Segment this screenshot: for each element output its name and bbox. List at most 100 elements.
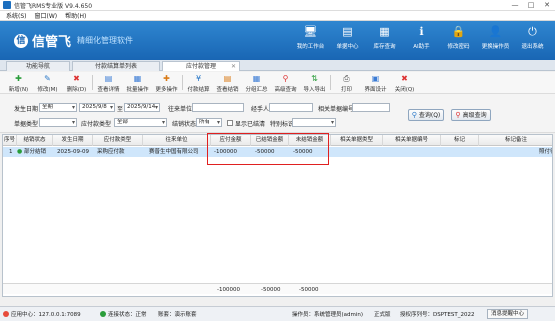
toolbar-separator bbox=[182, 75, 183, 90]
col-settle-status[interactable]: 结销状态 bbox=[17, 135, 53, 146]
close-window-button[interactable]: ✕ bbox=[539, 0, 555, 11]
tab-payables[interactable]: 应付款管理 ✕ bbox=[162, 61, 240, 71]
col-index[interactable]: 序号 bbox=[3, 135, 17, 146]
account-status: 账套：演示账套 bbox=[158, 310, 197, 318]
total-unsettled: -50000 bbox=[299, 287, 319, 293]
doc-type-select[interactable] bbox=[39, 118, 77, 127]
title-bar: 信管飞RMS专业版 V9.4.650 — □ ✕ bbox=[0, 0, 555, 11]
toolbar-label: 修改(M) bbox=[37, 87, 58, 93]
col-mark-note[interactable]: 标记备注 bbox=[479, 135, 552, 146]
more-icon: ✚ bbox=[163, 74, 170, 83]
layout-design-button[interactable]: ▣ 界面设计 bbox=[361, 72, 390, 93]
totals-row: -100000 -50000 -50000 bbox=[3, 283, 552, 294]
status-bar: 应用中心：127.0.0.1:7089 连接状态：正常 账套：演示账套 操作员：… bbox=[0, 306, 555, 321]
toolbar-label: 界面设计 bbox=[364, 87, 387, 93]
serial-status: 授权序列号：DSPTEST_2022 bbox=[400, 310, 474, 318]
tab-label: 功能导航 bbox=[25, 63, 50, 70]
related-no-label: 相关单据编号 bbox=[318, 106, 355, 113]
window-title: 信管飞RMS专业版 V9.4.650 bbox=[14, 2, 93, 10]
advanced-search-icon: ⚲ bbox=[455, 111, 461, 119]
show-settled-checkbox[interactable] bbox=[227, 120, 233, 126]
info-icon: ℹ bbox=[419, 25, 424, 38]
more-button[interactable]: ✚ 更多操作 bbox=[152, 72, 181, 93]
query-button-label: 查询(Q) bbox=[418, 112, 441, 119]
advanced-search-icon: ⚲ bbox=[282, 74, 289, 83]
menu-help[interactable]: 帮助(H) bbox=[65, 11, 86, 20]
cell-index: 1 bbox=[9, 149, 13, 155]
add-button[interactable]: ✚ 新增(N) bbox=[4, 72, 33, 93]
brand: 信 信管飞 精细化管理软件 bbox=[14, 31, 133, 50]
cell-status: 部分结销 bbox=[24, 149, 47, 155]
payee-input[interactable] bbox=[192, 103, 244, 112]
col-related-doc-no[interactable]: 相关单据编号 bbox=[383, 135, 441, 146]
date-label: 发生日期 bbox=[14, 106, 39, 113]
advanced-search-button[interactable]: ⚲ 高级查询 bbox=[271, 72, 300, 93]
maximize-button[interactable]: □ bbox=[523, 0, 539, 11]
col-related-doc-type[interactable]: 相关单据类型 bbox=[331, 135, 383, 146]
edit-button[interactable]: ✎ 修改(M) bbox=[33, 72, 62, 93]
top-tool-document-center-button[interactable]: ▤ 单据中心 bbox=[329, 25, 366, 50]
serial-text: 授权序列号：DSPTEST_2022 bbox=[400, 312, 475, 318]
app-center-status: 应用中心：127.0.0.1:7089 bbox=[3, 310, 81, 318]
top-tool-info-button[interactable]: ℹ AI助手 bbox=[403, 25, 440, 50]
date-to-field[interactable]: 2025/9/14 bbox=[124, 103, 160, 112]
col-payee[interactable]: 往来单位 bbox=[143, 135, 211, 146]
brand-name: 信管飞 bbox=[32, 35, 72, 50]
top-tool-label: 退出系统 bbox=[521, 44, 544, 50]
document-center-icon: ▤ bbox=[342, 25, 353, 38]
connection-status: 连接状态：正常 bbox=[100, 310, 147, 318]
print-button[interactable]: ⎙ 打印 bbox=[332, 72, 361, 93]
top-tool-inventory-button[interactable]: ▦ 库存查询 bbox=[366, 25, 403, 50]
show-settled-label: 显示已结清 bbox=[235, 121, 266, 128]
payment-button[interactable]: ¥ 付款结算 bbox=[184, 72, 213, 93]
query-button[interactable]: ⚲ 查询(Q) bbox=[408, 109, 444, 121]
col-mark[interactable]: 标记 bbox=[441, 135, 479, 146]
date-mode-select[interactable]: 全期 bbox=[39, 103, 77, 112]
brand-logo-icon: 信 bbox=[14, 33, 28, 48]
group-summary-button[interactable]: ▦ 分组汇总 bbox=[242, 72, 271, 93]
doc-type-label: 单据类型 bbox=[14, 121, 39, 128]
top-tool-monitor-button[interactable]: 🖥 我的工作台 bbox=[292, 25, 329, 50]
toolbar-label: 关闭(Q) bbox=[394, 87, 415, 93]
close-button[interactable]: ✖ 关闭(Q) bbox=[390, 72, 419, 93]
top-tool-user-switch-button[interactable]: 👤 更换操作员 bbox=[477, 25, 514, 50]
message-center-button[interactable]: 消息提醒中心 bbox=[487, 309, 529, 319]
edition-text: 正式版 bbox=[374, 312, 391, 318]
tab-payment-list[interactable]: 付款结算单列表 bbox=[72, 61, 160, 71]
payable-type-label: 应付款类型 bbox=[81, 121, 112, 128]
col-date[interactable]: 发生日期 bbox=[53, 135, 93, 146]
related-no-input[interactable] bbox=[352, 103, 390, 112]
minimize-button[interactable]: — bbox=[507, 0, 523, 11]
filter-panel: 发生日期 全期 2025/9/8 至 2025/9/14 往来单位 经手人 相关… bbox=[0, 94, 555, 133]
col-payable-type[interactable]: 应付款类型 bbox=[93, 135, 143, 146]
settle-status-select[interactable]: 所有 bbox=[196, 118, 222, 127]
settle-status-label: 结销状态 bbox=[172, 121, 197, 128]
import-export-button[interactable]: ⇅ 导入导出 bbox=[300, 72, 329, 93]
top-tool-label: 单据中心 bbox=[336, 44, 359, 50]
top-tool-power-button[interactable]: ⏻ 退出系统 bbox=[514, 25, 551, 50]
top-tool-lock-button[interactable]: 🔒 修改密码 bbox=[440, 25, 477, 50]
tab-close-icon[interactable]: ✕ bbox=[231, 62, 236, 71]
remark-select[interactable] bbox=[292, 118, 336, 127]
edition-status: 正式版 bbox=[374, 310, 391, 318]
total-payable: -100000 bbox=[217, 287, 240, 293]
advanced-query-button[interactable]: ⚲ 高级查询 bbox=[451, 109, 491, 121]
handler-label: 经手人 bbox=[251, 106, 270, 113]
batch-button[interactable]: ▦ 批量操作 bbox=[123, 72, 152, 93]
close-icon: ✖ bbox=[401, 74, 408, 83]
lock-icon: 🔒 bbox=[451, 25, 466, 38]
menu-bar: 系统(S) 窗口(W) 帮助(H) bbox=[0, 11, 555, 21]
handler-input[interactable] bbox=[269, 103, 313, 112]
menu-system[interactable]: 系统(S) bbox=[6, 11, 27, 20]
date-from-field[interactable]: 2025/9/8 bbox=[79, 103, 115, 112]
top-tool-label: 库存查询 bbox=[373, 44, 396, 50]
menu-window[interactable]: 窗口(W) bbox=[35, 11, 58, 20]
details-button[interactable]: ▤ 查看详情 bbox=[94, 72, 123, 93]
payable-type-select[interactable]: 全部 bbox=[114, 118, 167, 127]
delete-button[interactable]: ✖ 删除(D) bbox=[62, 72, 91, 93]
tab-function-nav[interactable]: 功能导航 bbox=[6, 61, 70, 71]
delete-icon: ✖ bbox=[73, 74, 80, 83]
monitor-icon: 🖥 bbox=[303, 25, 318, 38]
view-settle-button[interactable]: ▤ 查看结销 bbox=[213, 72, 242, 93]
top-tool-label: AI助手 bbox=[413, 44, 430, 50]
